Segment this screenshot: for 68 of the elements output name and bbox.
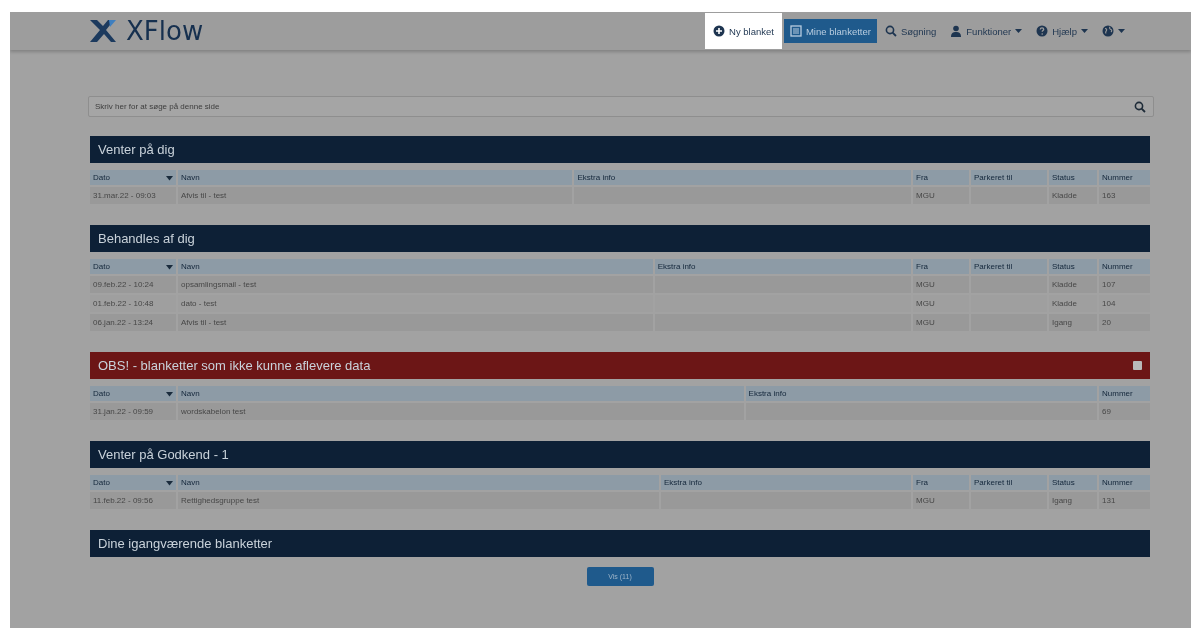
table-cell: 131	[1099, 492, 1150, 509]
column-header[interactable]: Fra	[913, 475, 969, 490]
table-cell: 31.mar.22 - 09:03	[90, 187, 176, 204]
column-header[interactable]: Status	[1049, 475, 1097, 490]
column-header[interactable]: Ekstra info	[745, 386, 1097, 401]
column-header[interactable]: Nummer	[1099, 170, 1150, 185]
table-cell: opsamlingsmail - test	[178, 276, 653, 293]
column-header[interactable]: Fra	[913, 259, 969, 274]
section-title: Venter på dig	[98, 142, 175, 157]
search-field[interactable]: Skriv her for at søge på denne side	[88, 96, 1154, 117]
table-cell: 11.feb.22 - 09:56	[90, 492, 176, 509]
table-cell: 107	[1099, 276, 1150, 293]
column-header[interactable]: Ekstra info	[661, 475, 911, 490]
column-header[interactable]: Status	[1049, 170, 1097, 185]
column-header[interactable]: Ekstra info	[654, 259, 911, 274]
table-cell: Rettighedsgruppe test	[178, 492, 660, 509]
column-header[interactable]: Dato	[90, 386, 176, 401]
column-header[interactable]: Fra	[913, 170, 969, 185]
table-cell: wordskabelon test	[178, 403, 744, 420]
table-cell: MGU	[913, 187, 969, 204]
column-header[interactable]: Navn	[178, 259, 653, 274]
table-cell: Afvis til - test	[178, 187, 573, 204]
table-cell: MGU	[913, 276, 969, 293]
column-header[interactable]: Dato	[90, 475, 176, 490]
brand-name: XFlow	[126, 16, 204, 46]
nav-link[interactable]: Funktioner	[944, 18, 1029, 44]
table-cell: 09.feb.22 - 10:24	[90, 276, 176, 293]
section-title: Venter på Godkend - 1	[98, 447, 229, 462]
user-icon	[950, 25, 963, 37]
column-header[interactable]: Dato	[90, 259, 176, 274]
search-icon	[884, 25, 897, 37]
column-header[interactable]: Nummer	[1099, 386, 1150, 401]
table-cell: 06.jan.22 - 13:24	[90, 314, 176, 331]
table-cell: 163	[1099, 187, 1150, 204]
column-header[interactable]: Navn	[178, 475, 660, 490]
section-title: Behandles af dig	[98, 231, 195, 246]
table-cell: 69	[1099, 403, 1150, 420]
logo-icon	[88, 18, 118, 44]
table-cell: Kladde	[1049, 276, 1097, 293]
table-cell: 31.jan.22 - 09:59	[90, 403, 176, 420]
table-cell: Igang	[1049, 492, 1097, 509]
nav-link[interactable]: Mine blanketter	[783, 19, 877, 43]
nav-link[interactable]: Ny blanket	[705, 13, 782, 49]
nav-link[interactable]: Søgning	[878, 18, 943, 44]
column-header[interactable]: Navn	[178, 386, 744, 401]
column-header[interactable]: Parkeret til	[971, 475, 1047, 490]
table-cell: Afvis til - test	[178, 314, 653, 331]
column-header[interactable]: Dato	[90, 170, 176, 185]
table-cell: Igang	[1049, 314, 1097, 331]
table-cell: 20	[1099, 314, 1150, 331]
column-header[interactable]: Parkeret til	[971, 170, 1047, 185]
search-icon	[1134, 101, 1146, 113]
column-header[interactable]: Ekstra info	[574, 170, 911, 185]
column-header[interactable]: Navn	[178, 170, 573, 185]
column-header[interactable]: Status	[1049, 259, 1097, 274]
column-header[interactable]: Nummer	[1099, 259, 1150, 274]
section-title: OBS! - blanketter som ikke kunne aflevere data	[98, 358, 371, 373]
document-icon	[789, 25, 802, 37]
table-cell: MGU	[913, 492, 969, 509]
globe-icon	[1102, 25, 1114, 37]
table-cell: MGU	[913, 314, 969, 331]
table-cell: Kladde	[1049, 187, 1097, 204]
column-header[interactable]: Nummer	[1099, 475, 1150, 490]
column-header[interactable]: Parkeret til	[971, 259, 1047, 274]
plus-circle-icon	[713, 25, 726, 37]
help-icon	[1036, 25, 1049, 37]
section-title: Dine igangværende blanketter	[98, 536, 273, 551]
nav-link[interactable]: Hjælp	[1030, 18, 1094, 44]
